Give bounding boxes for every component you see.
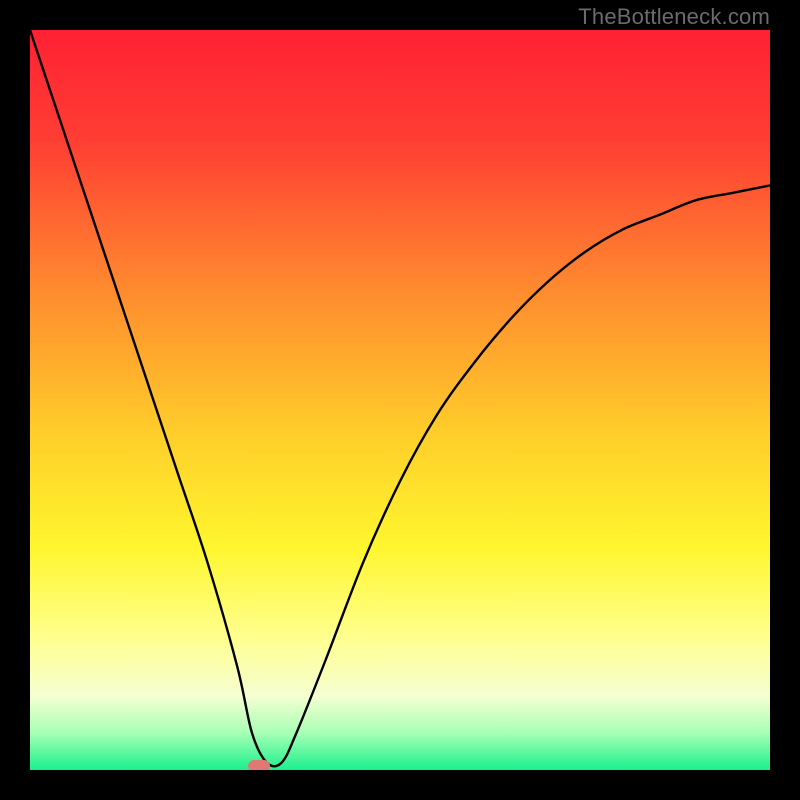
plot-area	[30, 30, 770, 770]
bottleneck-curve	[30, 30, 770, 770]
watermark-text: TheBottleneck.com	[578, 4, 770, 30]
minimum-marker	[248, 760, 270, 770]
